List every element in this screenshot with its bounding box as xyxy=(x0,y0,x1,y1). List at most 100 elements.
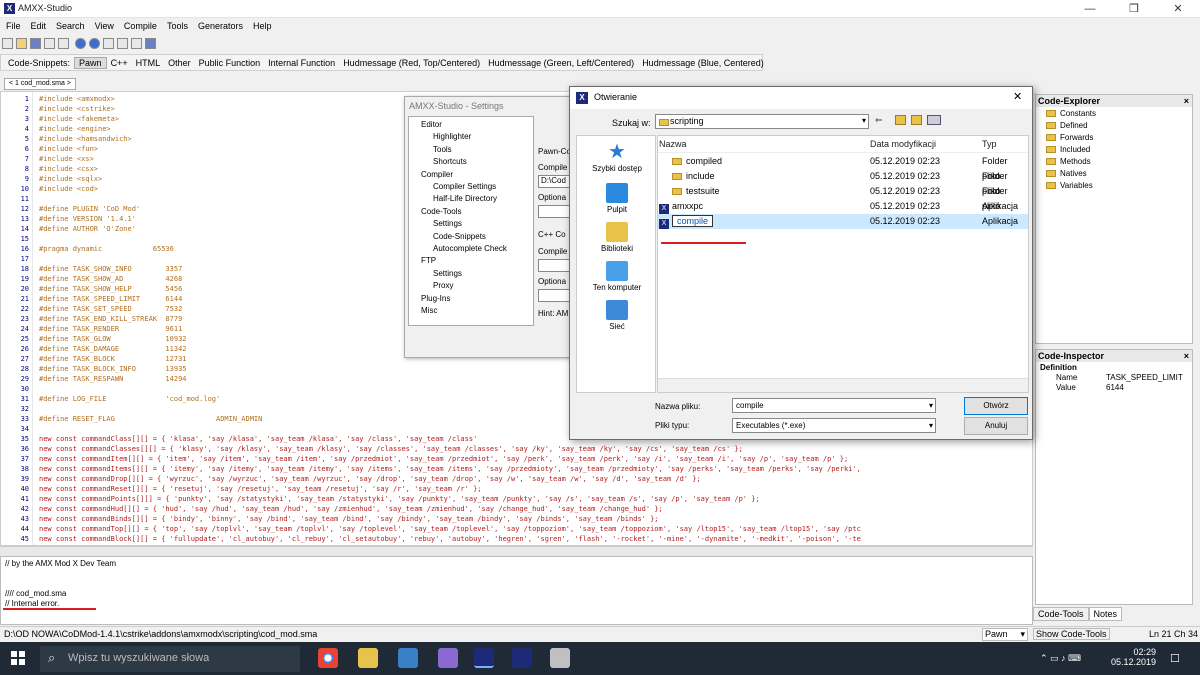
place-libraries[interactable]: Biblioteki xyxy=(577,222,657,253)
back-icon[interactable] xyxy=(74,38,86,49)
settings-tree-item[interactable]: Compiler Settings xyxy=(433,181,496,193)
settings-tree-item[interactable]: Shortcuts xyxy=(433,156,467,168)
filetype-select[interactable]: Executables (*.exe) ▾ xyxy=(732,418,936,433)
menu-tools[interactable]: Tools xyxy=(161,19,192,31)
maximize-button[interactable]: ❐ xyxy=(1112,0,1156,18)
place-desktop[interactable]: Pulpit xyxy=(577,183,657,214)
amxx-studio-icon[interactable] xyxy=(474,648,494,668)
snippet-internal-function[interactable]: Internal Function xyxy=(264,58,339,68)
settings-tree-item[interactable]: Settings xyxy=(433,218,462,230)
settings-tree-item[interactable]: Highlighter xyxy=(433,131,471,143)
open-file-icon[interactable] xyxy=(16,38,27,49)
explorer-item-defined[interactable]: Defined xyxy=(1046,120,1088,132)
file-list-scrollbar[interactable] xyxy=(658,378,1028,392)
snippet-public-function[interactable]: Public Function xyxy=(195,58,265,68)
settings-tree-item[interactable]: FTP xyxy=(421,255,436,267)
settings-tree-item[interactable]: Proxy xyxy=(433,280,453,292)
cut-icon[interactable] xyxy=(116,38,128,49)
up-folder-icon[interactable] xyxy=(895,115,906,125)
editor-horizontal-scrollbar[interactable] xyxy=(0,546,1033,556)
snippet-cpp[interactable]: C++ xyxy=(107,58,132,68)
tray-icons[interactable]: ⌃ ▭ ♪ ⌨ xyxy=(1040,653,1081,664)
file-row[interactable]: compiled 05.12.2019 02:23 Folder plikó xyxy=(658,154,1028,181)
place-this-pc[interactable]: Ten komputer xyxy=(577,261,657,292)
file-explorer-icon[interactable] xyxy=(358,648,378,668)
new-file-icon[interactable] xyxy=(2,38,13,49)
filename-input[interactable]: compile ▾ xyxy=(732,398,936,413)
minimize-button[interactable]: — xyxy=(1068,0,1112,18)
windows-start-icon[interactable] xyxy=(11,651,25,665)
amxx-icon[interactable] xyxy=(512,648,532,668)
file-row[interactable]: testsuite 05.12.2019 02:23 Folder plikó xyxy=(658,184,1028,211)
help-icon[interactable] xyxy=(144,38,156,49)
snippet-other[interactable]: Other xyxy=(164,58,195,68)
column-type[interactable]: Typ xyxy=(982,139,997,149)
settings-tree-item[interactable]: Code-Tools xyxy=(421,206,461,218)
menu-compile[interactable]: Compile xyxy=(118,19,161,31)
save-app-icon[interactable] xyxy=(438,648,458,668)
explorer-item-methods[interactable]: Methods xyxy=(1046,156,1091,168)
tab-cod-mod[interactable]: < 1 cod_mod.sma > xyxy=(4,78,76,90)
menu-file[interactable]: File xyxy=(0,19,25,31)
column-date[interactable]: Data modyfikacji xyxy=(870,139,936,149)
explorer-item-constants[interactable]: Constants xyxy=(1046,108,1096,120)
close-icon[interactable]: × xyxy=(1184,350,1192,362)
explorer-item-natives[interactable]: Natives xyxy=(1046,168,1087,180)
save-icon[interactable] xyxy=(30,38,41,49)
settings-tree-item[interactable]: Editor xyxy=(421,119,442,131)
forward-icon[interactable] xyxy=(88,38,100,49)
settings-icon[interactable] xyxy=(58,38,69,49)
explorer-item-variables[interactable]: Variables xyxy=(1046,180,1093,192)
file-row[interactable]: include 05.12.2019 02:23 Folder plikó xyxy=(658,169,1028,196)
new-folder-icon[interactable] xyxy=(911,115,922,125)
place-quick-access[interactable]: ★ Szybki dostęp xyxy=(577,142,657,173)
chrome-icon[interactable] xyxy=(318,648,338,668)
snippet-hud-blue[interactable]: Hudmessage (Blue, Centered) xyxy=(638,58,768,68)
menu-search[interactable]: Search xyxy=(50,19,89,31)
clock[interactable]: 02:29 05.12.2019 xyxy=(1100,647,1156,667)
menu-edit[interactable]: Edit xyxy=(25,19,51,31)
tab-notes[interactable]: Notes xyxy=(1088,607,1123,621)
settings-tree[interactable]: Editor Highlighter Tools Shortcuts Compiler C… xyxy=(408,116,534,326)
place-network[interactable]: Sieć xyxy=(577,300,657,331)
snippet-html[interactable]: HTML xyxy=(132,58,165,68)
settings-tree-item[interactable]: Compiler xyxy=(421,169,453,181)
snippet-hud-red[interactable]: Hudmessage (Red, Top/Centered) xyxy=(339,58,484,68)
tab-code-tools[interactable]: Code-Tools xyxy=(1033,607,1089,621)
file-row-selected[interactable]: Xcompile 05.12.2019 02:23 Aplikacja xyxy=(658,214,1028,229)
back-icon[interactable]: ⇐ xyxy=(875,115,883,126)
close-button[interactable]: ✕ xyxy=(1156,0,1200,18)
snippet-hud-green[interactable]: Hudmessage (Green, Left/Centered) xyxy=(484,58,638,68)
close-icon[interactable]: ✕ xyxy=(1013,90,1022,103)
view-menu-icon[interactable] xyxy=(927,115,941,125)
copy-icon[interactable] xyxy=(102,38,114,49)
language-select[interactable]: Pawn ▾ xyxy=(982,628,1028,641)
look-in-select[interactable]: scripting ▾ xyxy=(655,114,869,129)
menu-view[interactable]: View xyxy=(89,19,118,31)
file-name-edit[interactable]: compile xyxy=(672,215,714,227)
file-row[interactable]: Xamxxpc 05.12.2019 02:23 Aplikacja xyxy=(658,199,1028,214)
settings-tree-item[interactable]: Plug-Ins xyxy=(421,293,450,305)
settings-tree-item[interactable]: Tools xyxy=(433,144,452,156)
open-button[interactable]: Otwórz xyxy=(964,397,1028,415)
settings-tree-item[interactable]: Code-Snippets xyxy=(433,231,486,243)
settings-tree-item[interactable]: Settings xyxy=(433,268,462,280)
settings-tree-item[interactable]: Autocomplete Check xyxy=(433,243,507,255)
close-icon[interactable]: × xyxy=(1184,95,1192,107)
paint-icon[interactable] xyxy=(550,648,570,668)
settings-tree-item[interactable]: Misc xyxy=(421,305,437,317)
cancel-button[interactable]: Anuluj xyxy=(964,417,1028,435)
notifications-icon[interactable]: ☐ xyxy=(1170,652,1180,665)
explorer-item-included[interactable]: Included xyxy=(1046,144,1090,156)
app-icon[interactable] xyxy=(398,648,418,668)
settings-tree-item[interactable]: Half-Life Directory xyxy=(433,193,497,205)
column-name[interactable]: Nazwa xyxy=(659,139,687,149)
menu-generators[interactable]: Generators xyxy=(192,19,247,31)
menu-help[interactable]: Help xyxy=(247,19,276,31)
taskbar-search[interactable]: ⌕ Wpisz tu wyszukiwane słowa xyxy=(40,646,300,672)
snippet-pawn[interactable]: Pawn xyxy=(74,57,107,69)
search-icon[interactable] xyxy=(44,38,55,49)
show-code-tools-button[interactable]: Show Code-Tools xyxy=(1033,628,1110,640)
explorer-item-forwards[interactable]: Forwards xyxy=(1046,132,1093,144)
paste-icon[interactable] xyxy=(130,38,142,49)
